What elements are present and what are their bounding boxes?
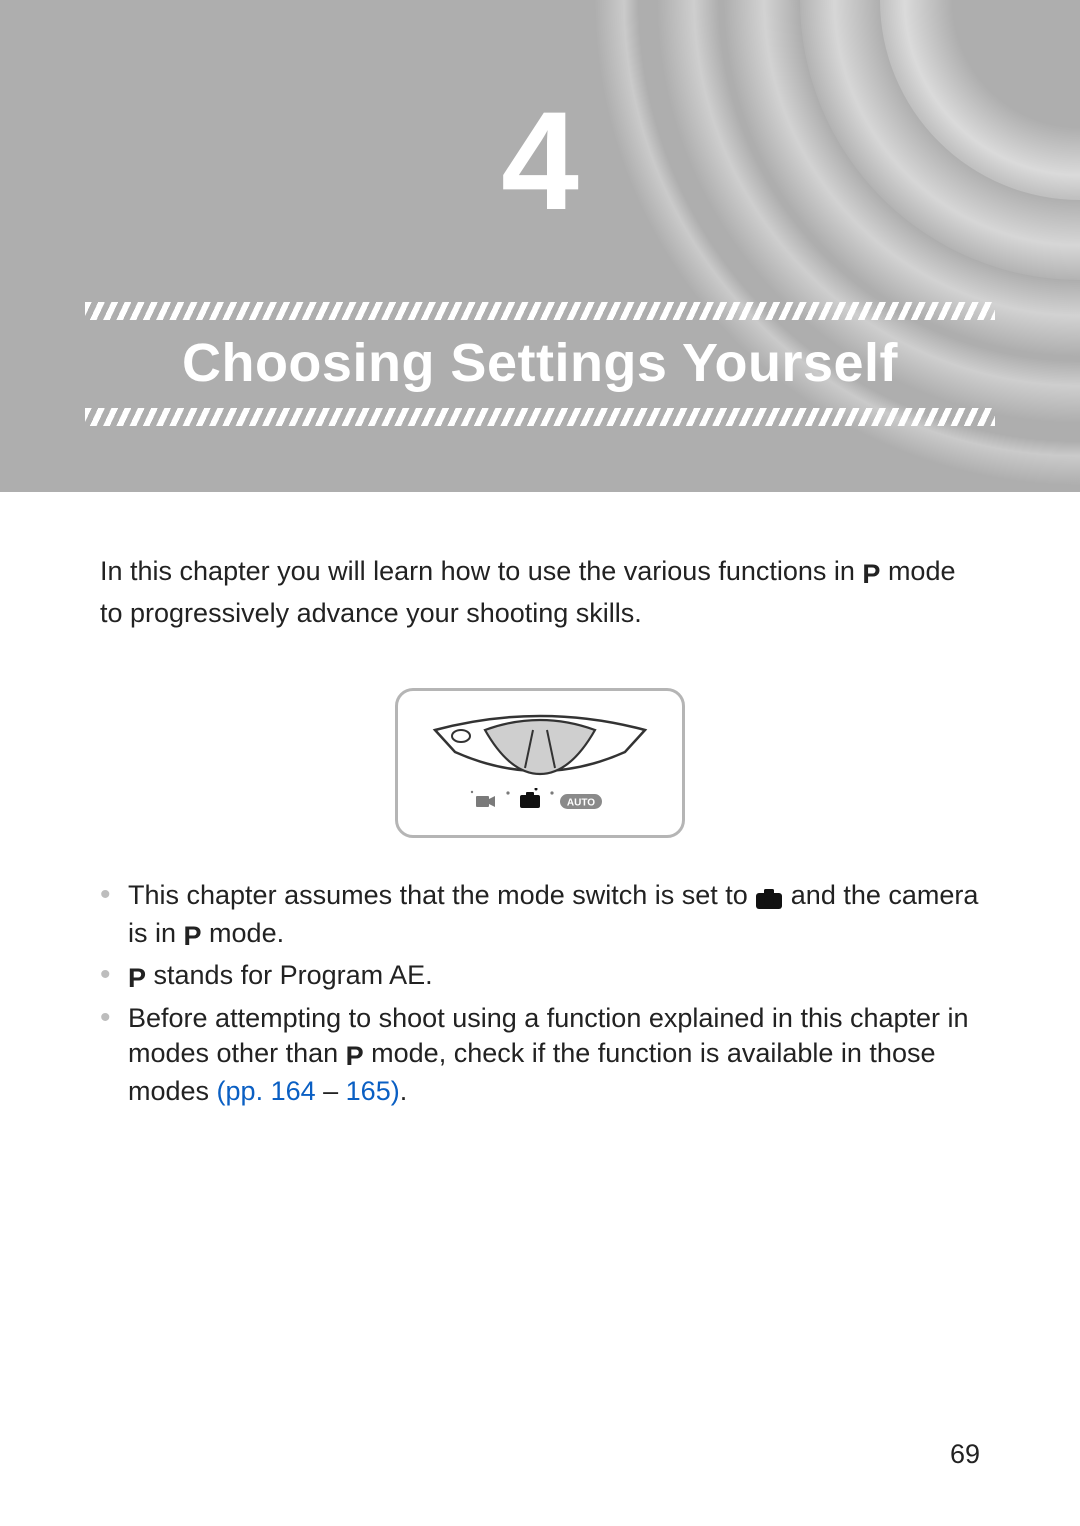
chapter-title: Choosing Settings Yourself bbox=[85, 332, 995, 394]
page-number: 69 bbox=[950, 1439, 980, 1470]
divider-top bbox=[85, 302, 995, 320]
p-mode-icon: P bbox=[346, 1039, 364, 1074]
divider-bottom bbox=[85, 408, 995, 426]
bullet-item-3: Before attempting to shoot using a funct… bbox=[100, 1001, 980, 1109]
p-mode-icon: P bbox=[128, 961, 146, 996]
b1-text-3: mode. bbox=[202, 918, 285, 948]
mode-switch-figure: AUTO bbox=[395, 688, 685, 838]
p-mode-icon: P bbox=[184, 919, 202, 954]
intro-text-1: In this chapter you will learn how to us… bbox=[100, 556, 862, 586]
auto-label: AUTO bbox=[567, 798, 595, 809]
chapter-number: 4 bbox=[0, 80, 1080, 242]
b1-text-1: This chapter assumes that the mode switc… bbox=[128, 880, 755, 910]
bullet-item-1: This chapter assumes that the mode switc… bbox=[100, 878, 980, 954]
chapter-header: 4 Choosing Settings Yourself bbox=[0, 0, 1080, 492]
mode-switch-icons: AUTO bbox=[470, 788, 610, 814]
chapter-body: In this chapter you will learn how to us… bbox=[0, 492, 1080, 1109]
camera-icon bbox=[755, 881, 783, 916]
intro-paragraph: In this chapter you will learn how to us… bbox=[100, 552, 980, 633]
page-reference-link-2[interactable]: 165) bbox=[346, 1076, 400, 1106]
b2-text: stands for Program AE. bbox=[146, 960, 433, 990]
page-reference-link-1[interactable]: (pp. 164 bbox=[217, 1076, 316, 1106]
bullet-item-2: P stands for Program AE. bbox=[100, 958, 980, 996]
b3-period: . bbox=[400, 1076, 408, 1106]
bullet-list: This chapter assumes that the mode switc… bbox=[100, 878, 980, 1109]
p-mode-icon: P bbox=[862, 555, 880, 594]
shutter-lens-illustration bbox=[425, 712, 655, 782]
page-ref-dash: – bbox=[316, 1076, 346, 1106]
